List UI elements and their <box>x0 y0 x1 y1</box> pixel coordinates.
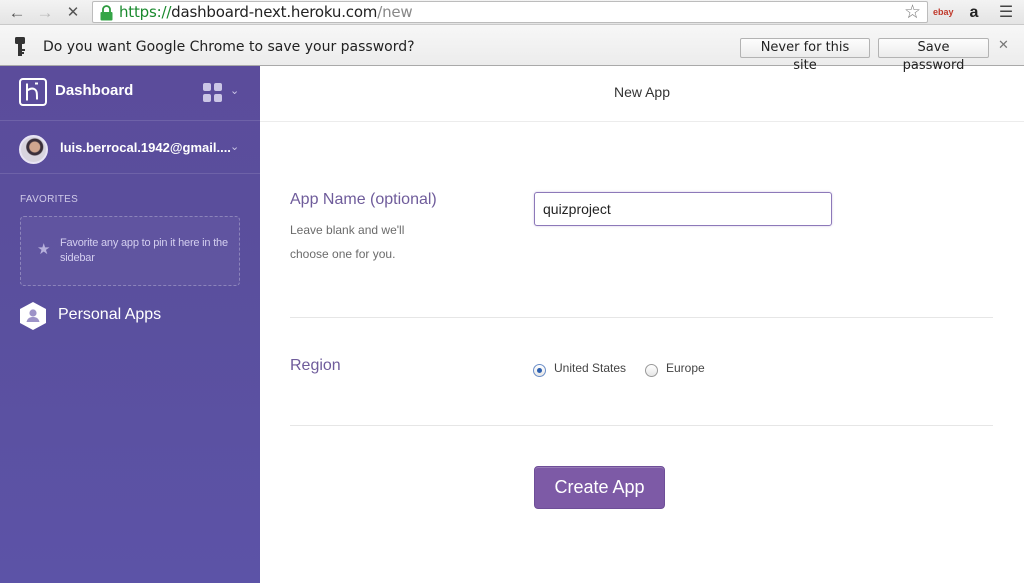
app-name-input[interactable] <box>534 192 832 226</box>
sidebar-item-label: Personal Apps <box>58 306 162 323</box>
back-button[interactable]: ← <box>6 0 28 25</box>
back-arrow-icon: ← <box>8 3 26 22</box>
page-title: New App <box>613 84 671 100</box>
avatar <box>19 135 48 164</box>
bookmark-star-icon[interactable]: ☆ <box>904 2 921 23</box>
star-icon: ★ <box>37 241 51 258</box>
account-email: luis.berrocal.1942@gmail.... <box>60 140 231 155</box>
region-europe-radio[interactable] <box>645 364 658 377</box>
dashboard-link[interactable]: Dashboard <box>55 82 133 99</box>
ebay-extension-icon[interactable]: ebay <box>933 0 954 25</box>
forward-button[interactable]: → <box>34 0 56 25</box>
heroku-logo-icon[interactable] <box>19 78 47 106</box>
sidebar-header: Dashboard ⌄ <box>0 66 260 121</box>
favorites-heading: FAVORITES <box>20 194 79 205</box>
region-label: Region <box>290 357 341 374</box>
url-text: https://dashboard-next.heroku.com/new <box>119 3 413 21</box>
address-bar[interactable]: https://dashboard-next.heroku.com/new ☆ <box>92 1 928 23</box>
save-password-infobar: Do you want Google Chrome to save your p… <box>0 25 1024 73</box>
amazon-extension-icon[interactable]: a <box>964 0 984 25</box>
account-menu[interactable]: luis.berrocal.1942@gmail.... ⌄ <box>0 122 260 174</box>
region-united-states-radio[interactable] <box>533 364 546 377</box>
infobar-close-icon[interactable]: ✕ <box>998 37 1009 53</box>
divider <box>290 317 993 318</box>
chrome-menu-icon[interactable]: ☰ <box>996 0 1016 25</box>
region-europe-label[interactable]: Europe <box>666 361 705 375</box>
chevron-down-icon[interactable]: ⌄ <box>230 84 239 97</box>
apps-grid-icon[interactable] <box>203 83 223 103</box>
personal-apps-icon <box>20 302 46 330</box>
infobar-message: Do you want Google Chrome to save your p… <box>43 39 415 55</box>
page-header: New App <box>260 66 1024 122</box>
account-chevron-down-icon[interactable]: ⌄ <box>230 140 239 153</box>
stop-icon: ✕ <box>66 4 80 21</box>
region-united-states-label[interactable]: United States <box>554 361 626 375</box>
app-name-help: Leave blank and we'll choose one for you… <box>290 223 405 261</box>
stop-button[interactable]: ✕ <box>62 0 84 25</box>
create-app-button[interactable]: Create App <box>534 466 665 509</box>
app-name-label: App Name (optional) <box>290 191 437 208</box>
forward-arrow-icon: → <box>36 3 54 22</box>
sidebar: Dashboard ⌄ luis.berrocal.1942@gmail....… <box>0 66 260 583</box>
sidebar-item-personal-apps[interactable]: Personal Apps <box>20 302 220 330</box>
never-for-this-site-button[interactable]: Never for this site <box>740 38 870 73</box>
divider <box>290 425 993 426</box>
key-icon <box>15 37 25 56</box>
save-password-button[interactable]: Save password <box>878 38 989 73</box>
favorites-dropzone: ★ Favorite any app to pin it here in the… <box>20 216 240 286</box>
lock-icon <box>100 5 113 21</box>
favorites-hint: Favorite any app to pin it here in the s… <box>60 237 228 264</box>
browser-toolbar: ← → ✕ https://dashboard-next.heroku.com/… <box>0 0 1024 25</box>
